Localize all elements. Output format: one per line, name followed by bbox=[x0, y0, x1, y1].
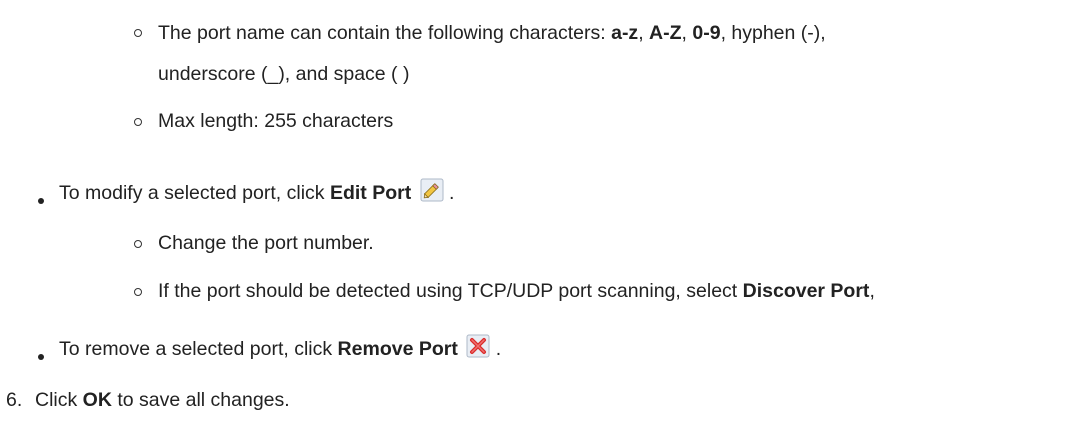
change-number-text: Change the port number. bbox=[158, 232, 374, 254]
modify-port-line: To modify a selected port, click Edit Po… bbox=[59, 178, 454, 205]
pencil-icon[interactable] bbox=[417, 178, 449, 204]
maxlength-text: Max length: 255 characters bbox=[158, 110, 394, 132]
bullet-marker bbox=[38, 198, 44, 204]
sub-bullet-marker bbox=[134, 288, 142, 296]
portname-chars-line1: The port name can contain the following … bbox=[158, 22, 826, 44]
discover-port-line: If the port should be detected using TCP… bbox=[158, 280, 875, 302]
remove-port-line: To remove a selected port, click Remove … bbox=[59, 334, 501, 361]
step-6-line: 6. Click OK to save all changes. bbox=[6, 389, 290, 411]
step-number: 6. bbox=[6, 389, 23, 411]
sub-bullet-marker bbox=[134, 29, 142, 37]
bullet-marker bbox=[38, 354, 44, 360]
red-x-icon[interactable] bbox=[463, 334, 495, 360]
sub-bullet-marker bbox=[134, 118, 142, 126]
sub-bullet-marker bbox=[134, 240, 142, 248]
portname-chars-line2: underscore (_), and space ( ) bbox=[158, 63, 410, 85]
